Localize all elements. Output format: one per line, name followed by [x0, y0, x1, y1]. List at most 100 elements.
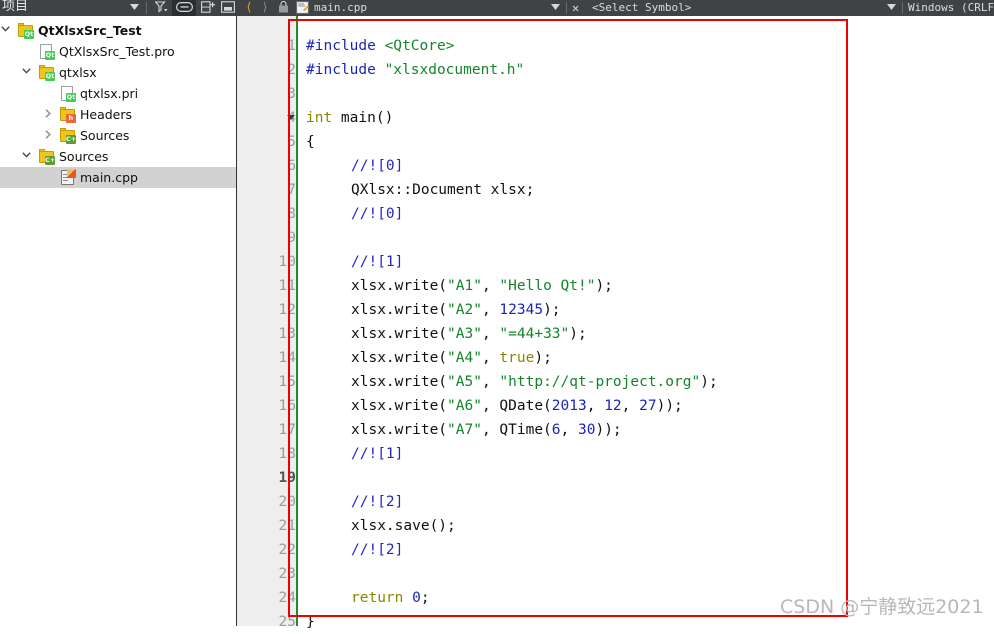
code-line: xlsx.write("A4", true);	[306, 346, 552, 370]
tree-item-label: QtXlsxSrc_Test	[38, 23, 142, 38]
headers-folder-icon: h	[60, 107, 76, 123]
code-token: #include	[306, 62, 385, 78]
tree-item-qtxlsx[interactable]: Qt qtxlsx	[0, 62, 236, 83]
tree-item-sources[interactable]: C+ Sources	[0, 146, 236, 167]
code-token: return	[351, 590, 404, 606]
tree-item-main-cpp[interactable]: main.cpp	[0, 167, 236, 188]
code-token: , QDate(	[481, 398, 552, 414]
code-token: "=44+33"	[499, 326, 570, 342]
code-token: ));	[656, 398, 683, 414]
code-token: "A5"	[447, 374, 482, 390]
tree-item-qtxlsxsrc-test[interactable]: Qt QtXlsxSrc_Test	[0, 20, 236, 41]
code-token: xlsx.write(	[351, 302, 448, 318]
line-number: 1	[287, 38, 296, 54]
code-token: ,	[621, 398, 640, 414]
code-line: xlsx.save();	[306, 514, 456, 538]
split-add-icon[interactable]	[198, 0, 218, 16]
line-number: 2	[287, 62, 296, 78]
code-line: xlsx.write("A6", QDate(2013, 12, 27));	[306, 394, 683, 418]
link-icon[interactable]	[172, 0, 196, 16]
code-token: ,	[560, 422, 578, 438]
tree-item-headers[interactable]: h Headers	[0, 104, 236, 125]
file-chevron-down-icon[interactable]	[548, 0, 562, 16]
sources-folder-icon: C+	[60, 128, 76, 144]
line-number-gutter: 1234567891011121314151617181920212223242…	[237, 16, 296, 630]
code-line: xlsx.write("A2", 12345);	[306, 298, 561, 322]
qt-pro-file-icon: Qt	[39, 44, 55, 60]
code-token: xlsx.write(	[351, 278, 448, 294]
sources-folder-icon: C+	[39, 149, 55, 165]
code-token: QXlsx::Document xlsx;	[351, 182, 535, 198]
code-token: "A3"	[447, 326, 482, 342]
code-line: //![0]	[306, 154, 403, 178]
line-number: 7	[287, 182, 296, 198]
tree-item-label: Sources	[59, 149, 109, 164]
line-ending-selector[interactable]: Windows (CRLF)	[908, 0, 994, 16]
toolbar-separator	[146, 2, 147, 14]
line-number: 10	[278, 254, 296, 270]
code-token: xlsx.write(	[351, 398, 448, 414]
code-token: true	[499, 350, 535, 366]
code-token: //![0]	[351, 158, 404, 174]
cpp-source-file-icon	[60, 169, 76, 185]
chevron-down-icon[interactable]	[0, 25, 11, 36]
code-token: "Hello Qt!"	[499, 278, 596, 294]
code-token: <QtCore>	[384, 38, 455, 54]
qt-project-folder-icon: Qt	[39, 65, 55, 81]
filter-icon[interactable]	[152, 0, 170, 16]
chevron-down-icon[interactable]	[21, 151, 32, 162]
line-number: 12	[278, 302, 296, 318]
chevron-down-icon[interactable]	[126, 0, 142, 16]
code-token: xlsx.save();	[351, 518, 456, 534]
code-editor: 1234567891011121314151617181920212223242…	[237, 16, 994, 630]
line-number: 16	[278, 398, 296, 414]
code-line: QXlsx::Document xlsx;	[306, 178, 534, 202]
tree-item-sources[interactable]: C+ Sources	[0, 125, 236, 146]
tree-item-qtxlsx-pri[interactable]: Qt qtxlsx.pri	[0, 83, 236, 104]
editor-file-name[interactable]: main.cpp	[314, 0, 367, 16]
symbol-chevron-down-icon[interactable]	[884, 0, 898, 16]
tree-item-label: QtXlsxSrc_Test.pro	[59, 44, 175, 59]
qt-pri-file-icon: Qt	[60, 86, 76, 102]
code-token: "xlsxdocument.h"	[384, 62, 525, 78]
code-token: xlsx.write(	[351, 326, 448, 342]
code-line: //![2]	[306, 538, 403, 562]
code-token: 12	[604, 398, 622, 414]
minimize-icon[interactable]	[219, 0, 237, 16]
code-token: "http://qt-project.org"	[499, 374, 701, 390]
code-line: //![2]	[306, 490, 403, 514]
chevron-down-icon[interactable]	[21, 67, 32, 78]
project-tree-panel: Qt QtXlsxSrc_Test Qt QtXlsxSrc_Test.pro Qt qt…	[0, 16, 236, 626]
code-token: );	[543, 302, 561, 318]
code-line: //![0]	[306, 202, 403, 226]
code-token: ,	[481, 302, 500, 318]
chevron-left-icon[interactable]: ⟨	[242, 0, 256, 16]
line-number: 11	[278, 278, 296, 294]
chevron-right-icon[interactable]: ⟩	[258, 0, 272, 16]
code-token: "A2"	[447, 302, 482, 318]
code-line: xlsx.write("A3", "=44+33");	[306, 322, 587, 346]
symbol-selector[interactable]: <Select Symbol>	[592, 0, 691, 16]
code-token: //![1]	[351, 254, 404, 270]
code-token: );	[569, 326, 587, 342]
code-line: int main()	[306, 106, 393, 130]
code-token: xlsx.write(	[351, 350, 448, 366]
code-token: 0	[412, 590, 421, 606]
chevron-right-icon[interactable]	[42, 109, 53, 120]
code-token: , QTime(	[481, 422, 552, 438]
chevron-right-icon[interactable]	[42, 130, 53, 141]
top-toolbar: 项目 ⟨ ⟩ main.cpp ✕ <Select Symbol> Window…	[0, 0, 994, 16]
line-number: 19	[278, 470, 296, 486]
sidebar-toolbar: 项目	[0, 0, 236, 16]
tree-item-label: Headers	[80, 107, 133, 122]
code-token: main()	[332, 110, 394, 126]
tree-item-qtxlsxsrc-test-pro[interactable]: Qt QtXlsxSrc_Test.pro	[0, 41, 236, 62]
code-token: ,	[586, 398, 605, 414]
lock-icon[interactable]	[275, 0, 291, 16]
line-number: 6	[287, 158, 296, 174]
toolbar-separator-2	[566, 2, 567, 14]
code-text-area[interactable]: #include <QtCore> #include "xlsxdocument.…	[298, 16, 994, 630]
close-icon[interactable]: ✕	[572, 0, 579, 16]
code-token: }	[306, 614, 315, 630]
